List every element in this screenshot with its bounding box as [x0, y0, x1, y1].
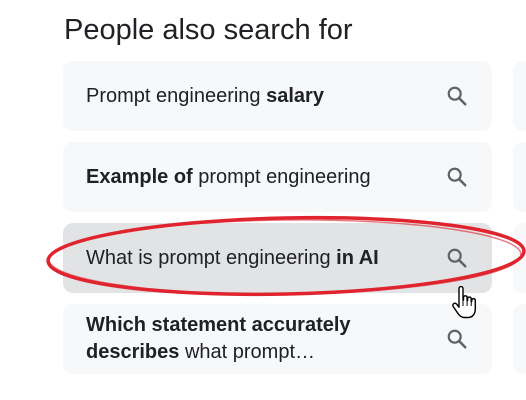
- suggestion-chip-example-of[interactable]: Example of prompt engineering: [63, 142, 492, 212]
- suggestion-text: Prompt engineering salary: [86, 61, 422, 131]
- suggestion-text-plain: What is prompt engineering: [86, 246, 337, 269]
- suggestion-text-bold: salary: [266, 84, 324, 107]
- suggestion-text: Which statement accurately describes what…: [86, 304, 422, 374]
- hand-pointer-icon: [452, 286, 476, 319]
- suggestion-text: Example of prompt engineering: [86, 142, 422, 212]
- suggestion-text-bold: Which statement accurately: [86, 314, 351, 336]
- suggestion-chip-next-column[interactable]: [513, 61, 526, 131]
- suggestion-text-plain: Prompt engineering: [86, 84, 267, 107]
- search-icon: [447, 248, 467, 268]
- suggestion-text-bold: in AI: [336, 246, 379, 269]
- suggestion-chip-in-ai[interactable]: What is prompt engineering in AI: [63, 223, 492, 293]
- section-heading: People also search for: [64, 14, 353, 46]
- suggestion-text: What is prompt engineering in AI: [86, 223, 422, 293]
- search-icon: [447, 329, 467, 349]
- suggestion-chip-which-statement[interactable]: Which statement accurately describes what…: [63, 304, 492, 374]
- search-icon: [447, 86, 467, 106]
- suggestion-chip-next-column[interactable]: [513, 223, 526, 293]
- suggestion-text-bold: Example of: [86, 165, 193, 188]
- suggestion-text-plain: what prompt…: [179, 341, 315, 363]
- search-icon: [447, 167, 467, 187]
- suggestion-text-bold: describes: [86, 341, 180, 363]
- suggestion-chip-next-column[interactable]: [513, 304, 526, 374]
- suggestion-text-plain: prompt engineering: [192, 165, 371, 188]
- suggestion-chip-next-column[interactable]: [513, 142, 526, 212]
- suggestion-chip-salary[interactable]: Prompt engineering salary: [63, 61, 492, 131]
